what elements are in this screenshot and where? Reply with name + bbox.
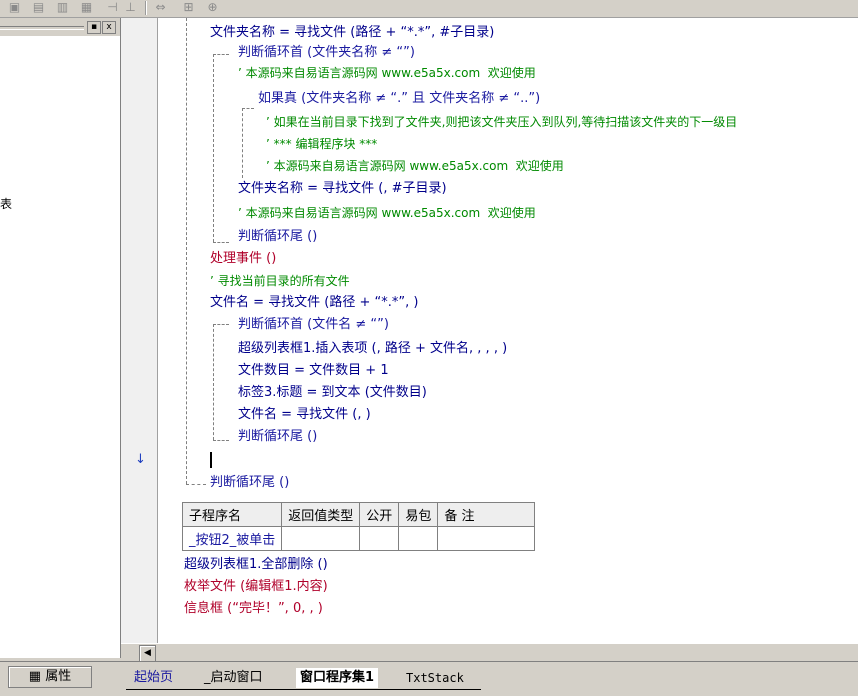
code-line[interactable]: 处理事件 () (210, 250, 276, 268)
code-line[interactable]: 判断循环尾 () (238, 228, 317, 246)
scroll-left-icon[interactable]: ◀ (139, 645, 156, 662)
tab-window-assembly[interactable]: 窗口程序集1 (296, 668, 379, 688)
code-line[interactable]: 超级列表框1.插入表项 (, 路径 + 文件名, , , , ) (238, 340, 507, 358)
text-cursor (210, 452, 212, 468)
code-line[interactable]: 判断循环首 (文件名 ≠ “”) (238, 316, 389, 334)
code-line[interactable]: 枚举文件 (编辑框1.内容) (184, 578, 328, 596)
code-editor[interactable]: 文件夹名称 = 寻找文件 (路径 + “*.*”, #子目录) 判断循环首 (文… (158, 18, 858, 643)
minimize-icon[interactable]: ▪ (87, 21, 101, 34)
columns-icon[interactable]: ▥ (54, 0, 71, 15)
tab-start-page[interactable]: 起始页 (134, 668, 173, 688)
fit-icon[interactable]: ⊕ (204, 0, 221, 15)
tab-txtstack[interactable]: TxtStack (406, 668, 464, 688)
inner-loop2-guide (213, 324, 214, 440)
code-comment[interactable]: ’ *** 编辑程序块 *** (266, 135, 377, 153)
table-header-cell: 返回值类型 (281, 502, 361, 527)
table-cell[interactable] (281, 526, 361, 551)
table-cell[interactable] (359, 526, 400, 551)
code-comment[interactable]: ’ 寻找当前目录的所有文件 (210, 272, 350, 290)
table-header-cell: 易包 (398, 502, 439, 527)
code-line[interactable]: 判断循环尾 () (210, 474, 289, 492)
subroutine-table: 子程序名 返回值类型 公开 易包 备 注 _按钮2_被单击 (181, 502, 536, 551)
panel-titlebar: ▪ x (0, 18, 120, 36)
inner-loop1-end-guide (213, 242, 229, 243)
align2-icon[interactable]: ⊥ (122, 0, 139, 15)
code-line[interactable]: 判断循环尾 () (238, 428, 317, 446)
code-comment[interactable]: ’ 如果在当前目录下找到了文件夹,则把该文件夹压入到队列,等待扫描该文件夹的下一… (266, 113, 737, 131)
toolbar: ▣ ▤ ▥ ▦ ⊣ ⊥ ⇔ ⊞ ⊕ (0, 0, 858, 18)
code-line[interactable]: 如果真 (文件夹名称 ≠ “.” 且 文件夹名称 ≠ “..”) (258, 90, 540, 108)
bottom-bar: ▦ 属性 起始页 _启动窗口 窗口程序集1 TxtStack (0, 661, 858, 696)
subroutine-name-cell[interactable]: _按钮2_被单击 (181, 526, 283, 551)
expand-icon[interactable]: ⊞ (180, 0, 197, 15)
toolbar-separator (145, 1, 147, 15)
close-icon[interactable]: x (102, 21, 116, 34)
table-cell[interactable] (398, 526, 439, 551)
code-line[interactable]: 文件夹名称 = 寻找文件 (, #子目录) (238, 180, 447, 198)
table-cell[interactable] (437, 526, 536, 551)
inner-loop2-start-guide (213, 324, 229, 325)
resize-icon[interactable]: ⇔ (152, 0, 169, 15)
properties-button[interactable]: ▦ 属性 (8, 666, 92, 688)
panel-grip[interactable] (0, 26, 84, 30)
code-line[interactable]: 判断循环首 (文件夹名称 ≠ “”) (238, 44, 415, 62)
code-line[interactable]: 文件名 = 寻找文件 (, ) (238, 406, 371, 424)
table-icon[interactable]: ▤ (30, 0, 47, 15)
code-line[interactable]: 超级列表框1.全部删除 () (184, 556, 328, 574)
code-comment[interactable]: ’ 本源码来自易语言源码网 www.e5a5x.com 欢迎使用 (238, 64, 536, 82)
panel-text-fragment: 表 (0, 197, 13, 211)
split-icon[interactable]: ▦ (78, 0, 95, 15)
inner-loop2-end-guide (213, 440, 229, 441)
editor-gutter[interactable]: » ↓ (121, 18, 173, 643)
table-header-cell: 备 注 (437, 502, 536, 527)
inner-loop1-guide (213, 54, 214, 242)
table-header-row: 子程序名 返回值类型 公开 易包 备 注 (181, 502, 536, 527)
outer-loop-guide (186, 18, 187, 484)
code-line[interactable]: 标签3.标题 = 到文本 (文件数目) (238, 384, 427, 402)
code-line[interactable]: 文件名 = 寻找文件 (路径 + “*.*”, ) (210, 294, 418, 312)
code-line[interactable]: 文件数目 = 文件数目 + 1 (238, 362, 389, 380)
if-block-guide (242, 108, 243, 178)
code-line[interactable]: 信息框 (“完毕！”, 0, , ) (184, 600, 323, 618)
table-header-cell: 子程序名 (181, 502, 283, 527)
outer-loop-end-guide (186, 484, 206, 485)
properties-label: 属性 (45, 669, 72, 684)
horizontal-scrollbar[interactable]: ◀ (121, 643, 858, 662)
bookmark-arrow-icon: ↓ (135, 452, 146, 467)
align-icon[interactable]: ⊣ (104, 0, 121, 15)
left-panel: ▪ x 表 (0, 18, 121, 658)
table-header-cell: 公开 (359, 502, 400, 527)
if-block-start-guide (242, 108, 254, 109)
grid-icon[interactable]: ▣ (6, 0, 23, 15)
code-comment[interactable]: ’ 本源码来自易语言源码网 www.e5a5x.com 欢迎使用 (238, 204, 536, 222)
table-row[interactable]: _按钮2_被单击 (181, 526, 536, 551)
code-line[interactable]: 文件夹名称 = 寻找文件 (路径 + “*.*”, #子目录) (210, 24, 494, 42)
inner-loop1-start-guide (213, 54, 229, 55)
code-comment[interactable]: ’ 本源码来自易语言源码网 www.e5a5x.com 欢迎使用 (266, 157, 564, 175)
tab-startup-window[interactable]: _启动窗口 (204, 668, 263, 688)
properties-icon: ▦ (28, 669, 46, 684)
